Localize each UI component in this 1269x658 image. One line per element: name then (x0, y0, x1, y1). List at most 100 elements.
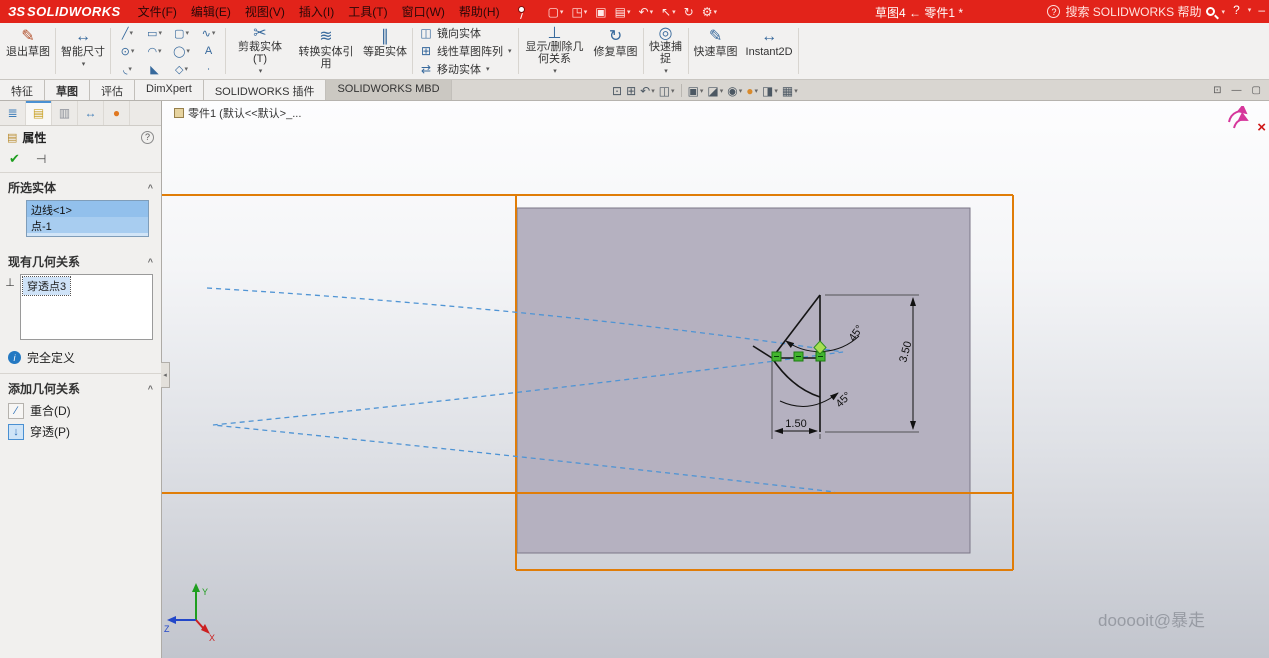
rapid-sketch-button[interactable]: ✎ 快速草图 (690, 24, 742, 78)
rebuild-button[interactable]: ↻ (681, 4, 697, 20)
linear-pattern-label: 线性草图阵列 (437, 43, 503, 59)
point-tool-button[interactable]: ∙ (195, 61, 222, 78)
keep-visible-pin-button[interactable]: ⊣ (36, 152, 46, 166)
relation-marker[interactable] (794, 352, 803, 361)
sketch-entity-grid: ╱▾ ▭▾ ▢▾ ∿▾ ⊙▾ ◠▾ ◯▾ A ◟▾ ◣ ◇▾ ∙ (112, 24, 224, 78)
line-tool-button[interactable]: ╱▾ (114, 25, 141, 42)
tab-solidworks-addins[interactable]: SOLIDWORKS 插件 (204, 80, 327, 100)
panel-help-icon[interactable]: ? (141, 131, 154, 144)
menu-tools[interactable]: 工具(T) (341, 1, 394, 22)
planar-surface[interactable] (517, 208, 970, 553)
hide-show-items-button[interactable]: ◉▾ (727, 84, 742, 98)
undo-button[interactable]: ↶▾ (636, 4, 657, 20)
panel-splitter-handle[interactable]: ◂ (161, 362, 170, 388)
circle-tool-button[interactable]: ⊙▾ (114, 43, 141, 60)
apply-scene-button[interactable]: ◨▾ (762, 84, 778, 98)
arc-tool-button[interactable]: ◠▾ (141, 43, 168, 60)
tab-sketch[interactable]: 草图 (45, 80, 90, 100)
chevron-down-icon: ▾ (739, 87, 743, 95)
exit-sketch-button[interactable]: ✎ 退出草图 (2, 24, 54, 78)
instant2d-button[interactable]: ↔ Instant2D (742, 24, 797, 78)
confirm-sketch-icon[interactable] (1226, 106, 1252, 132)
minimize-button[interactable]: – (1258, 3, 1265, 17)
dimension-width[interactable]: 1.50 (785, 418, 806, 430)
doc-maximize-icon[interactable]: ▢ (1252, 85, 1261, 96)
add-relations-header[interactable]: 添加几何关系 ^ (0, 374, 161, 400)
chamfer-tool-button[interactable]: ◣ (141, 61, 168, 78)
new-document-button[interactable]: ▢▾ (545, 4, 567, 20)
existing-relations-header[interactable]: 现有几何关系 ^ (0, 247, 161, 273)
existing-relations-listbox[interactable]: 穿透点3 (20, 274, 153, 340)
trim-entities-button[interactable]: ✂ 剪裁实体(T) ▾ (227, 24, 293, 78)
edit-appearance-button[interactable]: ●▾ (746, 84, 758, 98)
menu-window[interactable]: 窗口(W) (395, 1, 452, 22)
ellipse-tool-button[interactable]: ◯▾ (168, 43, 195, 60)
list-item[interactable]: 穿透点3 (23, 277, 70, 295)
tab-feature-tree[interactable]: ≣ (0, 101, 26, 125)
save-button[interactable]: ▣ (592, 4, 609, 20)
tab-evaluate[interactable]: 评估 (90, 80, 135, 100)
view-orientation-button[interactable]: ▣▾ (688, 84, 704, 98)
print-button[interactable]: ▤▾ (612, 4, 634, 20)
menu-insert[interactable]: 插入(I) (292, 1, 341, 22)
section-view-button[interactable]: ◫▾ (659, 84, 675, 98)
selected-entities-listbox[interactable]: 边线<1> 点-1 (26, 200, 149, 237)
pierce-relation-button[interactable]: ↓ 穿透(P) (0, 421, 161, 442)
help-button[interactable]: ? (1233, 3, 1240, 17)
previous-view-button[interactable]: ↶▾ (640, 84, 655, 98)
polygon-tool-button[interactable]: ◇▾ (168, 61, 195, 78)
doc-minimize-icon[interactable]: — (1232, 85, 1242, 96)
slot-tool-button[interactable]: ▢▾ (168, 25, 195, 42)
rectangle-tool-button[interactable]: ▭▾ (141, 25, 168, 42)
list-item[interactable]: 边线<1> (27, 201, 148, 217)
tab-property-manager[interactable]: ▤ (26, 101, 52, 125)
help-search[interactable]: ? 搜索 SOLIDWORKS 帮助 ▾ (1047, 3, 1225, 20)
repair-sketch-button[interactable]: ↻ 修复草图 (590, 24, 642, 78)
chevron-down-icon: ▾ (755, 87, 759, 95)
tab-features[interactable]: 特征 (0, 80, 45, 100)
ok-button[interactable]: ✔ (9, 151, 20, 167)
move-icon: ⇄ (419, 62, 433, 76)
open-button[interactable]: ◳▾ (568, 4, 590, 20)
quick-snaps-button[interactable]: ◎ 快速捕捉 ▾ (645, 24, 687, 78)
tab-dimxpert[interactable]: DimXpert (135, 80, 204, 100)
fillet-tool-button[interactable]: ◟▾ (114, 61, 141, 78)
relation-marker[interactable] (772, 352, 781, 361)
tab-appearances[interactable]: ● (104, 101, 130, 125)
cancel-sketch-icon[interactable]: × (1257, 119, 1266, 136)
menu-edit[interactable]: 编辑(E) (184, 1, 238, 22)
text-tool-button[interactable]: A (195, 43, 222, 60)
orientation-triad[interactable]: Y Z X (164, 583, 215, 643)
spline-tool-button[interactable]: ∿▾ (195, 25, 222, 42)
coincident-relation-button[interactable]: ∕ 重合(D) (0, 400, 161, 421)
chevron-down-icon: ▾ (671, 87, 675, 95)
menu-file[interactable]: 文件(F) (131, 1, 184, 22)
selected-entities-header[interactable]: 所选实体 ^ (0, 173, 161, 199)
tab-solidworks-mbd[interactable]: SOLIDWORKS MBD (326, 80, 451, 100)
list-item[interactable]: 点-1 (27, 217, 148, 233)
zoom-fit-button[interactable]: ⊡ (612, 84, 622, 98)
mirror-entities-button[interactable]: ◫镜向实体 (417, 25, 514, 41)
menu-view[interactable]: 视图(V) (238, 1, 292, 22)
graphics-area[interactable]: 零件1 (默认<<默认>_... × (162, 101, 1269, 658)
menu-help[interactable]: 帮助(H) (452, 1, 507, 22)
zoom-area-button[interactable]: ⊞ (626, 84, 636, 98)
tab-configurations[interactable]: ▥ (52, 101, 78, 125)
slot-icon: ▢ (174, 27, 184, 40)
options-button[interactable]: ⚙▾ (699, 4, 720, 20)
convert-entities-button[interactable]: ≋ 转换实体引用 (293, 24, 359, 78)
manager-tab-bar: ≣ ▤ ▥ ↔ ● (0, 101, 161, 126)
view-settings-button[interactable]: ▦▾ (782, 84, 798, 98)
display-delete-relations-button[interactable]: ⊥ 显示/删除几何关系 ▾ (520, 24, 590, 78)
tab-dimxpert-manager[interactable]: ↔ (78, 101, 104, 125)
part-tree-root[interactable]: 零件1 (默认<<默认>_... (174, 105, 301, 121)
select-button[interactable]: ↖▾ (658, 4, 679, 20)
display-style-button[interactable]: ◪▾ (707, 84, 723, 98)
move-entities-button[interactable]: ⇄移动实体▾ (417, 61, 514, 77)
quick-snaps-label: 快速捕捉 (649, 41, 683, 65)
linear-pattern-button[interactable]: ⊞线性草图阵列▾ (417, 43, 514, 59)
doc-restore-icon[interactable]: ⊡ (1213, 85, 1221, 96)
smart-dimension-button[interactable]: ↔ 智能尺寸 ▾ (57, 24, 109, 78)
menu-pin-icon[interactable] (515, 5, 529, 19)
offset-entities-button[interactable]: ∥ 等距实体 (359, 24, 411, 78)
